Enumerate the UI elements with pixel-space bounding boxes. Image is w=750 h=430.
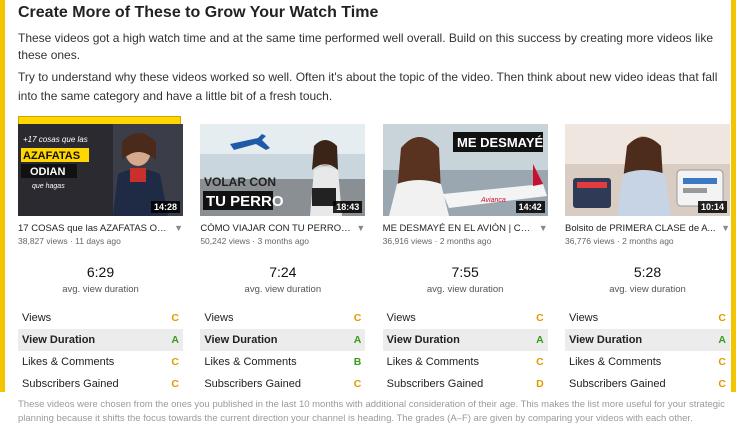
video-meta: 36,776 views · 2 months ago xyxy=(564,236,674,246)
avg-view-duration: 6:29 avg. view duration xyxy=(18,264,183,295)
grade-row-view-duration: View Duration A xyxy=(18,329,183,351)
avg-view-duration: 7:55 avg. view duration xyxy=(383,264,548,295)
grade-value: C xyxy=(536,312,544,324)
video-card: +17 cosas que las AZAFATAS ODIAN que hag… xyxy=(18,124,183,395)
grade-row-likes-comments: Likes & Comments C xyxy=(22,356,179,368)
grade-row-subscribers: Subscribers Gained D xyxy=(386,378,544,390)
panel-advice: Try to understand why these videos worke… xyxy=(18,70,718,103)
grade-row-likes-comments: Likes & Comments C xyxy=(568,356,726,368)
grade-value: C xyxy=(171,312,179,324)
grade-value: C xyxy=(718,312,726,324)
video-meta: 36,916 views · 2 months ago xyxy=(382,236,492,246)
grade-row-likes-comments: Likes & Comments B xyxy=(204,356,362,368)
grade-value: B xyxy=(353,356,362,368)
chevron-down-icon[interactable]: ▼ xyxy=(539,223,548,233)
grade-row-views: Views C xyxy=(204,312,362,324)
thumb-text: que hagas xyxy=(32,183,65,190)
grade-value: C xyxy=(353,312,362,324)
grade-row-views: Views C xyxy=(22,312,179,324)
video-title[interactable]: Bolsito de PRIMERA CLASE de A... xyxy=(565,223,717,234)
thumb-text: ODIAN xyxy=(30,166,66,178)
video-cards: +17 cosas que las AZAFATAS ODIAN que hag… xyxy=(18,124,730,395)
avg-view-duration-label: avg. view duration xyxy=(62,284,139,295)
chevron-down-icon[interactable]: ▼ xyxy=(721,223,730,233)
video-thumbnail[interactable]: 10:14 xyxy=(564,124,730,216)
grade-row-subscribers: Subscribers Gained C xyxy=(204,378,362,390)
video-thumbnail[interactable]: +17 cosas que las AZAFATAS ODIAN que hag… xyxy=(18,124,183,216)
grade-row-subscribers: Subscribers Gained C xyxy=(22,378,179,390)
avg-view-duration: 7:24 avg. view duration xyxy=(200,264,365,295)
accent-bar-left xyxy=(0,0,5,392)
chevron-down-icon[interactable]: ▼ xyxy=(174,223,183,233)
thumb-text: VOLAR CON xyxy=(204,175,276,189)
video-duration: 14:42 xyxy=(515,201,545,213)
avg-view-duration: 5:28 avg. view duration xyxy=(565,264,730,295)
thumb-text: ME DESMAYÉ xyxy=(457,135,544,150)
accent-bar-right xyxy=(731,0,736,392)
grade-value: C xyxy=(171,378,179,390)
grade-row-views: Views C xyxy=(568,312,726,324)
grade-value: D xyxy=(536,378,544,390)
panel-title: Create More of These to Grow Your Watch … xyxy=(18,4,379,21)
grade-table: Views C View Duration A Likes & Comments B … xyxy=(200,307,366,395)
grade-row-likes-comments: Likes & Comments C xyxy=(386,356,544,368)
avg-view-duration-label: avg. view duration xyxy=(244,284,322,295)
thumb-text: AZAFATAS xyxy=(23,150,80,162)
watch-time-panel: Create More of These to Grow Your Watch … xyxy=(18,0,730,424)
video-title[interactable]: ME DESMAYÉ EN EL AVIÓN | Ceci... xyxy=(383,223,535,234)
avg-view-duration-label: avg. view duration xyxy=(609,284,686,295)
grade-value: C xyxy=(718,356,726,368)
video-title[interactable]: 17 COSAS que las AZAFATAS ODI... xyxy=(18,223,170,234)
grade-row-view-duration: View Duration A xyxy=(200,329,366,351)
video-title[interactable]: CÓMO VIAJAR CON TU PERRO A... xyxy=(200,223,352,234)
thumb-text: Avianca xyxy=(480,197,506,204)
grade-value: A xyxy=(718,334,726,346)
video-card: ME DESMAYÉ Avianca 14:42 ME DESMAYÉ EN E… xyxy=(382,124,548,395)
chevron-down-icon[interactable]: ▼ xyxy=(356,223,365,233)
avg-view-duration-value: 5:28 xyxy=(633,264,662,280)
grade-value: C xyxy=(353,378,362,390)
video-meta: 50,242 views · 3 months ago xyxy=(200,236,310,246)
grade-row-subscribers: Subscribers Gained C xyxy=(568,378,726,390)
panel-intro: These videos got a high watch time and a… xyxy=(18,31,714,62)
grade-value: A xyxy=(536,334,544,346)
grade-value: A xyxy=(171,334,179,346)
avg-view-duration-value: 7:24 xyxy=(269,264,297,280)
video-duration: 18:43 xyxy=(333,201,363,213)
video-thumbnail[interactable]: VOLAR CON TU PERRO 18:43 xyxy=(200,124,366,216)
video-duration: 14:28 xyxy=(150,201,180,213)
grade-value: C xyxy=(171,356,179,368)
grade-value: C xyxy=(536,356,544,368)
grade-row-view-duration: View Duration A xyxy=(382,329,548,351)
grade-row-views: Views C xyxy=(386,312,544,324)
video-thumbnail[interactable]: ME DESMAYÉ Avianca 14:42 xyxy=(382,124,548,216)
grade-value: C xyxy=(718,378,726,390)
grade-table: Views C View Duration A Likes & Comments C … xyxy=(18,307,183,395)
video-card: VOLAR CON TU PERRO 18:43 CÓMO VIAJAR CON… xyxy=(200,124,366,395)
video-meta: 38,827 views · 11 days ago xyxy=(18,236,121,246)
footer-note: These videos were chosen from the ones y… xyxy=(18,399,725,424)
thumb-text: +17 cosas que las xyxy=(23,135,88,144)
grade-table: Views C View Duration A Likes & Comments C … xyxy=(382,307,548,395)
grade-value: A xyxy=(353,334,362,346)
grade-row-view-duration: View Duration A xyxy=(564,329,730,351)
video-duration: 10:14 xyxy=(697,201,727,213)
avg-view-duration-label: avg. view duration xyxy=(426,284,504,295)
thumb-text: TU PERRO xyxy=(206,193,284,210)
grade-table: Views C View Duration A Likes & Comments C … xyxy=(564,307,730,395)
video-card: 10:14 Bolsito de PRIMERA CLASE de A... ▼… xyxy=(564,124,730,395)
avg-view-duration-value: 6:29 xyxy=(86,264,115,280)
avg-view-duration-value: 7:55 xyxy=(451,264,479,280)
